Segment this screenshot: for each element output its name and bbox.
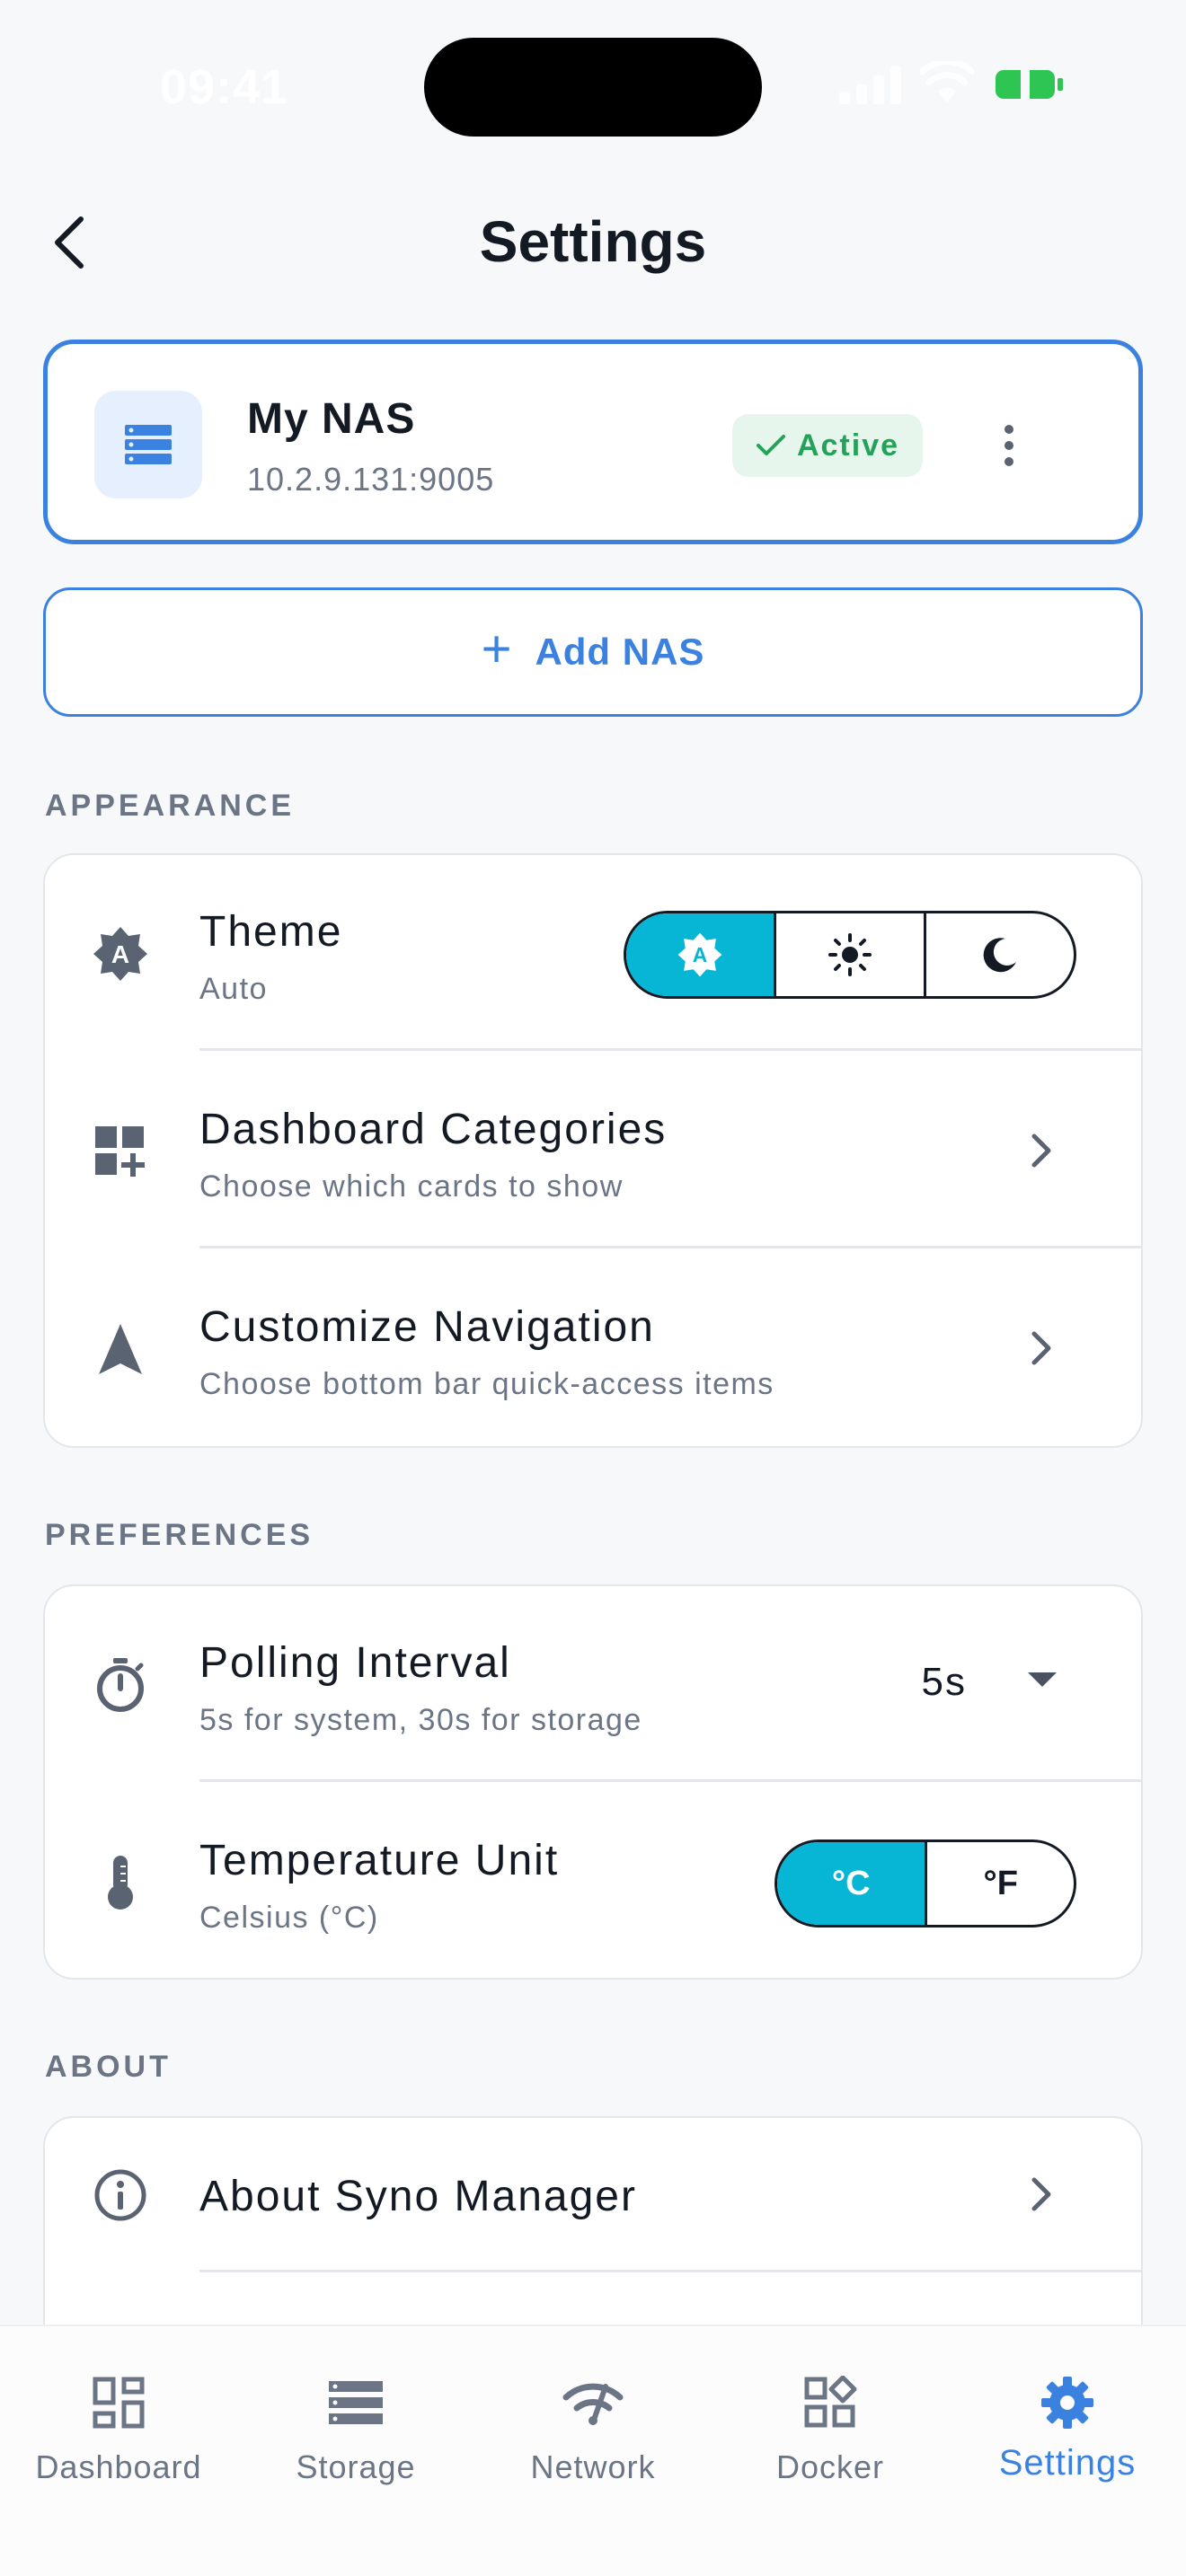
- info-icon: [92, 2166, 149, 2224]
- temperature-unit-selector: °C °F: [774, 1839, 1076, 1928]
- nav-item-dashboard[interactable]: Dashboard: [0, 2326, 237, 2506]
- preferences-card: Polling Interval 5s for system, 30s for …: [43, 1584, 1143, 1980]
- nav-label-settings: Settings: [998, 2443, 1137, 2483]
- svg-text:A: A: [111, 940, 129, 968]
- dashboard-categories-subtitle: Choose which cards to show: [199, 1169, 624, 1204]
- temperature-unit-subtitle: Celsius (°C): [199, 1901, 379, 1935]
- chevron-right-icon: [1019, 1326, 1064, 1371]
- dashboard-add-icon: [92, 1123, 149, 1180]
- storage-icon: [327, 2371, 385, 2434]
- battery-icon: [996, 68, 1064, 105]
- divider: [199, 1779, 1141, 1782]
- customize-navigation-title: Customize Navigation: [199, 1303, 655, 1351]
- section-header-appearance: APPEARANCE: [45, 789, 296, 823]
- appearance-card: A Theme Auto A Dashboard Categories Choo…: [43, 853, 1143, 1448]
- check-icon: [756, 435, 785, 455]
- add-nas-button[interactable]: + Add NAS: [43, 587, 1143, 717]
- thermometer-icon: [92, 1854, 149, 1911]
- chevron-right-icon: [1019, 2172, 1064, 2217]
- customize-navigation-subtitle: Choose bottom bar quick-access items: [199, 1367, 774, 1401]
- bottom-navigation: Dashboard Storage Network Docker Setting…: [0, 2325, 1186, 2576]
- theme-auto-icon: A: [677, 932, 722, 977]
- wifi-icon: [918, 58, 976, 109]
- network-icon: [562, 2371, 624, 2434]
- section-header-preferences: PREFERENCES: [45, 1518, 314, 1552]
- temperature-unit-row: Temperature Unit Celsius (°C) °C °F: [45, 1784, 1141, 1978]
- theme-option-dark[interactable]: [924, 913, 1074, 996]
- theme-row: A Theme Auto A: [45, 855, 1141, 1051]
- more-options-button[interactable]: [982, 407, 1036, 484]
- theme-auto-icon: A: [92, 925, 149, 983]
- section-header-about: ABOUT: [45, 2050, 172, 2084]
- dropdown-arrow-icon[interactable]: [1028, 1672, 1057, 1687]
- status-badge-label: Active: [796, 428, 900, 463]
- theme-option-auto[interactable]: A: [626, 913, 774, 996]
- navigation-arrow-icon: [92, 1320, 149, 1378]
- divider: [199, 1246, 1141, 1248]
- nas-card[interactable]: My NAS 10.2.9.131:9005 Active: [43, 340, 1143, 544]
- nas-address: 10.2.9.131:9005: [247, 461, 495, 498]
- nas-icon-container: [94, 391, 202, 498]
- dashboard-categories-title: Dashboard Categories: [199, 1106, 668, 1153]
- divider: [199, 2270, 1141, 2272]
- polling-interval-row[interactable]: Polling Interval 5s for system, 30s for …: [45, 1586, 1141, 1782]
- moon-icon: [983, 938, 1016, 973]
- nav-label-storage: Storage: [296, 2448, 416, 2485]
- dashboard-categories-row[interactable]: Dashboard Categories Choose which cards …: [45, 1053, 1141, 1248]
- status-badge: Active: [732, 414, 923, 477]
- nav-label-docker: Docker: [775, 2448, 885, 2485]
- celsius-label: °C: [831, 1864, 871, 1902]
- temperature-option-fahrenheit[interactable]: °F: [925, 1842, 1074, 1925]
- nav-item-storage[interactable]: Storage: [237, 2326, 474, 2506]
- nav-item-settings[interactable]: Settings: [949, 2326, 1186, 2506]
- temperature-option-celsius[interactable]: °C: [777, 1842, 925, 1925]
- temperature-unit-title: Temperature Unit: [199, 1837, 560, 1884]
- timer-icon: [92, 1656, 149, 1714]
- chevron-right-icon: [1019, 1128, 1064, 1173]
- nav-item-network[interactable]: Network: [474, 2326, 712, 2506]
- nas-name: My NAS: [247, 395, 416, 443]
- theme-selector: A: [624, 911, 1076, 999]
- server-icon: [125, 425, 172, 464]
- polling-interval-title: Polling Interval: [199, 1639, 511, 1687]
- theme-option-light[interactable]: [774, 913, 924, 996]
- plus-icon: +: [481, 620, 512, 678]
- customize-navigation-row[interactable]: Customize Navigation Choose bottom bar q…: [45, 1250, 1141, 1446]
- polling-interval-subtitle: 5s for system, 30s for storage: [199, 1703, 642, 1737]
- fahrenheit-label: °F: [983, 1864, 1018, 1902]
- about-app-title: About Syno Manager: [199, 2173, 637, 2220]
- dashboard-icon: [93, 2371, 145, 2434]
- theme-title: Theme: [199, 908, 343, 956]
- divider: [199, 1048, 1141, 1051]
- sun-icon: [828, 933, 872, 976]
- dynamic-island: [424, 38, 762, 137]
- nav-label-dashboard: Dashboard: [35, 2448, 202, 2485]
- gear-icon: [1040, 2371, 1095, 2434]
- theme-subtitle: Auto: [199, 972, 268, 1006]
- about-app-row[interactable]: About Syno Manager: [45, 2118, 1141, 2272]
- docker-icon: [803, 2371, 857, 2434]
- svg-text:A: A: [693, 943, 707, 966]
- page-title: Settings: [479, 209, 707, 274]
- polling-interval-value[interactable]: 5s: [922, 1660, 967, 1705]
- add-nas-label: Add NAS: [535, 631, 705, 673]
- nav-label-network: Network: [530, 2448, 656, 2485]
- signal-icon: [839, 66, 902, 109]
- status-time: 09:41: [160, 60, 289, 114]
- more-vertical-icon: [1005, 425, 1013, 434]
- nav-item-docker[interactable]: Docker: [712, 2326, 949, 2506]
